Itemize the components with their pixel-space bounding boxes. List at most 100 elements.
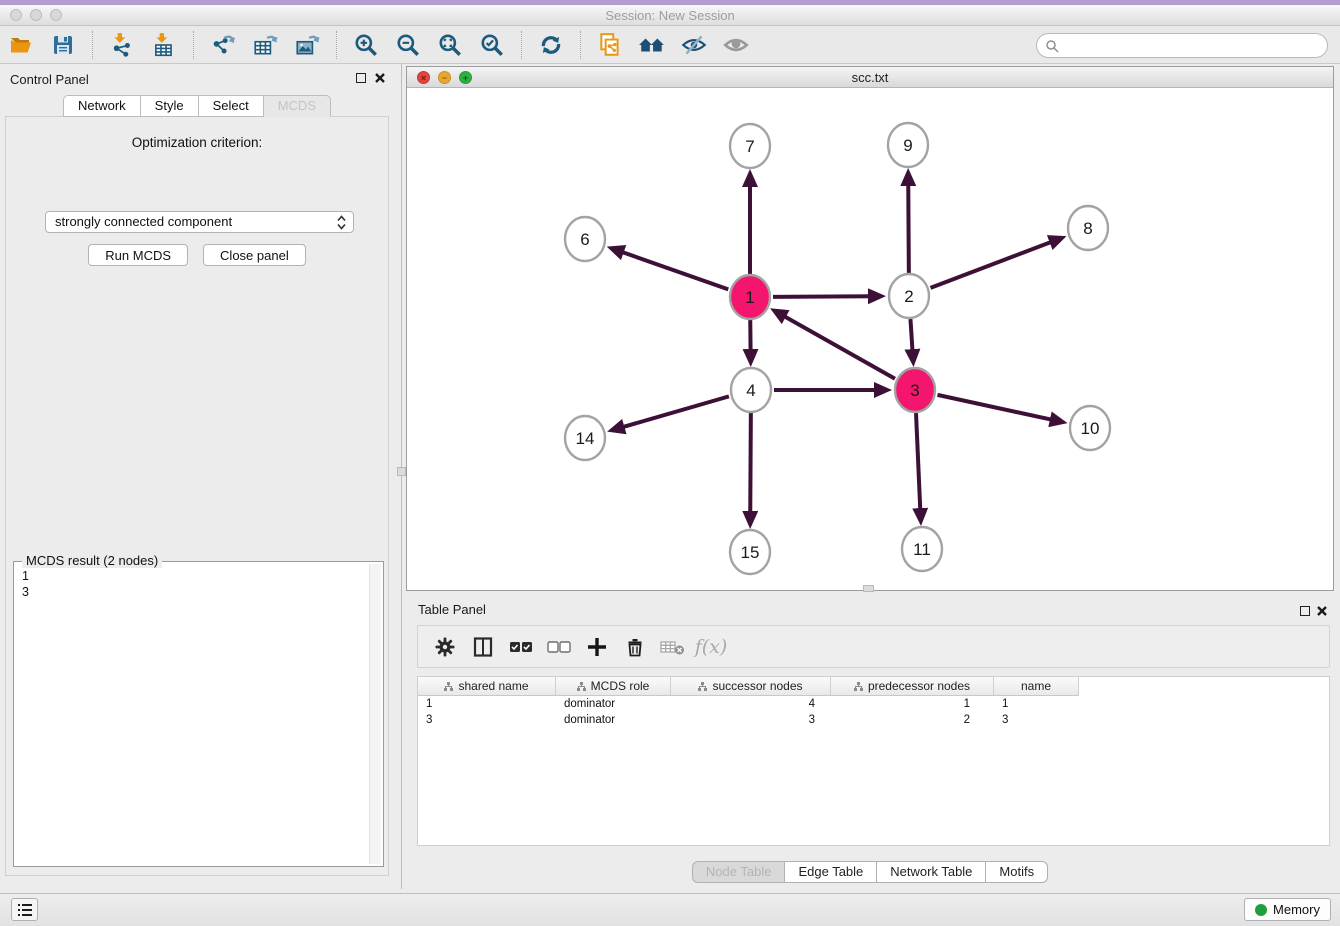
zoom-out-button[interactable] — [391, 30, 425, 60]
close-panel-icon[interactable] — [374, 72, 386, 84]
show-panel-button[interactable] — [719, 30, 753, 60]
zoom-fit-button[interactable] — [433, 30, 467, 60]
edge-2-9[interactable] — [908, 183, 909, 273]
deselect-all-button[interactable] — [542, 630, 576, 664]
edge-4-14[interactable] — [622, 396, 729, 427]
hide-panel-button[interactable] — [677, 30, 711, 60]
column-header-shared-name[interactable]: shared name — [418, 677, 556, 696]
settings-gear-icon — [434, 636, 456, 658]
run-mcds-button[interactable]: Run MCDS — [88, 244, 188, 266]
edge-2-3[interactable] — [910, 319, 912, 352]
export-network-button[interactable] — [206, 30, 240, 60]
graph-node-6[interactable]: 6 — [565, 217, 605, 261]
function-builder-button[interactable]: f(x) — [694, 630, 728, 664]
edge-3-1[interactable] — [783, 316, 895, 379]
node-label: 11 — [913, 540, 931, 559]
edge-1-6[interactable] — [621, 252, 728, 290]
tab-style[interactable]: Style — [141, 95, 199, 117]
tab-node-table[interactable]: Node Table — [692, 861, 786, 883]
result-scrollbar[interactable] — [369, 564, 381, 864]
horizontal-splitter-handle[interactable] — [863, 585, 874, 592]
graph-node-7[interactable]: 7 — [730, 124, 770, 168]
graph-node-15[interactable]: 15 — [730, 530, 770, 574]
column-header-successor-nodes[interactable]: successor nodes — [671, 677, 831, 696]
import-network-icon — [109, 32, 135, 58]
maximize-window-button[interactable] — [50, 9, 62, 21]
network-maximize-button[interactable]: + — [459, 71, 472, 84]
float-table-panel-button[interactable] — [1300, 606, 1310, 616]
graph-node-14[interactable]: 14 — [565, 416, 605, 460]
window-traffic-lights — [10, 9, 62, 21]
open-session-button[interactable] — [4, 30, 38, 60]
delete-column-button[interactable] — [618, 630, 652, 664]
memory-button[interactable]: Memory — [1244, 898, 1331, 921]
edge-1-2[interactable] — [773, 296, 871, 297]
network-canvas-svg[interactable]: 7 9 6 8 1 2 4 3 14 10 15 11 — [407, 88, 1333, 590]
edge-4-15[interactable] — [750, 413, 751, 514]
import-table-button[interactable] — [147, 30, 181, 60]
window-title: Session: New Session — [0, 5, 1340, 26]
table-columns-button[interactable] — [466, 630, 500, 664]
folder-open-icon — [8, 33, 34, 57]
vertical-splitter[interactable] — [399, 64, 405, 889]
optimization-criterion-select[interactable]: strongly connected component — [45, 211, 354, 233]
network-minimize-button[interactable]: − — [438, 71, 451, 84]
duplicate-network-icon — [597, 32, 623, 58]
import-network-button[interactable] — [105, 30, 139, 60]
duplicate-network-button[interactable] — [593, 30, 627, 60]
graph-node-8[interactable]: 8 — [1068, 206, 1108, 250]
node-table: shared nameMCDS rolesuccessor nodesprede… — [417, 676, 1330, 846]
close-panel-button[interactable]: Close panel — [203, 244, 306, 266]
home-button[interactable] — [635, 30, 669, 60]
zoom-selected-button[interactable] — [475, 30, 509, 60]
splitter-handle[interactable] — [397, 467, 406, 476]
refresh-layout-button[interactable] — [534, 30, 568, 60]
table-settings-button[interactable] — [428, 630, 462, 664]
table-tabs: Node Table Edge Table Network Table Moti… — [406, 861, 1334, 883]
tab-mcds[interactable]: MCDS — [264, 95, 331, 117]
select-all-button[interactable] — [504, 630, 538, 664]
graph-node-10[interactable]: 10 — [1070, 406, 1110, 450]
toolbar-search[interactable] — [1036, 33, 1328, 58]
column-header-MCDS-role[interactable]: MCDS role — [556, 677, 671, 696]
close-window-button[interactable] — [10, 9, 22, 21]
edge-2-8[interactable] — [931, 241, 1053, 287]
tab-motifs[interactable]: Motifs — [986, 861, 1048, 883]
table-row[interactable]: 3dominator323 — [418, 712, 1329, 728]
column-header-predecessor-nodes[interactable]: predecessor nodes — [831, 677, 994, 696]
plus-icon — [586, 636, 608, 658]
task-history-button[interactable] — [11, 898, 38, 921]
zoom-in-button[interactable] — [349, 30, 383, 60]
network-window-titlebar[interactable]: × − + scc.txt — [407, 67, 1333, 88]
toolbar-separator — [521, 31, 522, 59]
main-toolbar — [0, 26, 1340, 64]
network-close-button[interactable]: × — [417, 71, 430, 84]
refresh-icon — [538, 32, 564, 58]
node-label: 4 — [746, 381, 755, 400]
delete-table-button[interactable] — [656, 630, 690, 664]
tab-edge-table[interactable]: Edge Table — [785, 861, 877, 883]
table-row[interactable]: 1dominator411 — [418, 696, 1329, 712]
graph-node-9[interactable]: 9 — [888, 123, 928, 167]
column-header-label: name — [1021, 679, 1051, 693]
export-image-button[interactable] — [290, 30, 324, 60]
graph-node-1[interactable]: 1 — [730, 275, 770, 319]
tab-select[interactable]: Select — [199, 95, 264, 117]
edge-3-10[interactable] — [937, 395, 1052, 420]
tab-network-table[interactable]: Network Table — [877, 861, 986, 883]
tab-network[interactable]: Network — [63, 95, 141, 117]
status-bar: Memory — [0, 893, 1340, 926]
save-session-button[interactable] — [46, 30, 80, 60]
graph-node-4[interactable]: 4 — [731, 368, 771, 412]
graph-node-11[interactable]: 11 — [902, 527, 942, 571]
search-input[interactable] — [1059, 36, 1327, 56]
graph-node-3[interactable]: 3 — [895, 368, 935, 412]
float-panel-button[interactable] — [356, 73, 366, 83]
export-table-button[interactable] — [248, 30, 282, 60]
minimize-window-button[interactable] — [30, 9, 42, 21]
graph-node-2[interactable]: 2 — [889, 274, 929, 318]
close-table-panel-icon[interactable] — [1316, 605, 1328, 617]
column-header-name[interactable]: name — [994, 677, 1079, 696]
edge-3-11[interactable] — [916, 413, 920, 511]
add-column-button[interactable] — [580, 630, 614, 664]
